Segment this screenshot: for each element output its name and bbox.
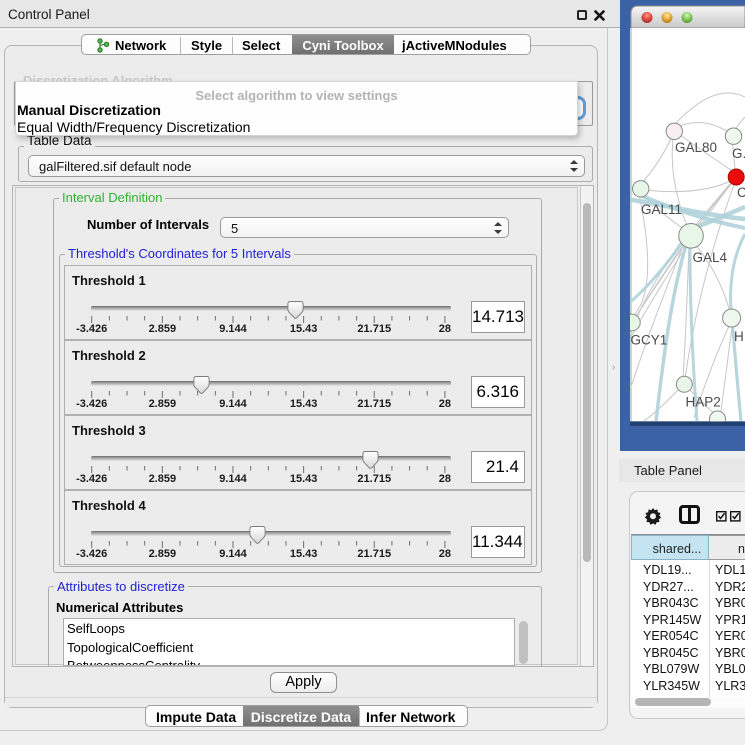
- svg-text:GAL11: GAL11: [641, 202, 682, 217]
- svg-text:GAL4: GAL4: [693, 250, 728, 265]
- svg-text:HAP2: HAP2: [686, 395, 721, 410]
- svg-text:G.: G.: [732, 146, 745, 161]
- svg-text:GCY1: GCY1: [631, 333, 668, 348]
- svg-text:H: H: [734, 329, 744, 344]
- svg-text:C: C: [737, 185, 745, 200]
- svg-text:GAL80: GAL80: [675, 140, 717, 155]
